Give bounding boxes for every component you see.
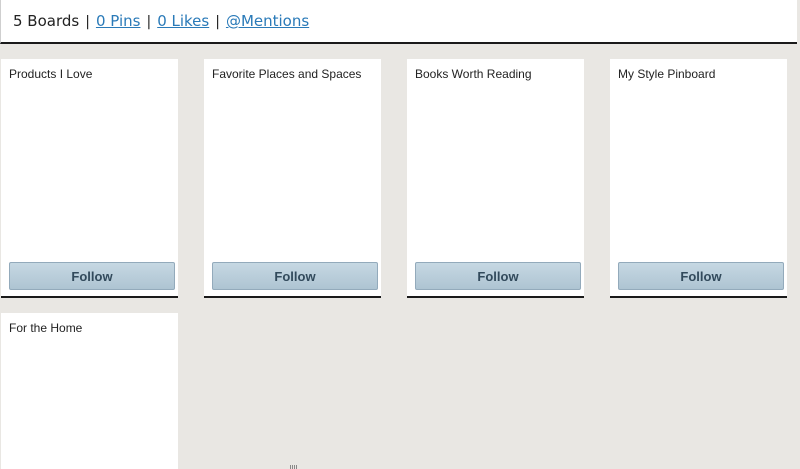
board-title[interactable]: Favorite Places and Spaces <box>212 67 361 81</box>
board-card[interactable]: Favorite Places and Spaces Follow <box>204 59 381 298</box>
board-card[interactable]: Books Worth Reading Follow <box>407 59 584 298</box>
follow-button[interactable]: Follow <box>212 262 378 290</box>
separator: | <box>215 14 220 30</box>
separator: | <box>146 14 152 30</box>
board-title[interactable]: Books Worth Reading <box>415 67 532 81</box>
follow-button[interactable]: Follow <box>618 262 784 290</box>
mentions-link[interactable]: @Mentions <box>226 12 309 30</box>
board-card[interactable]: My Style Pinboard Follow <box>610 59 787 298</box>
boards-count: 5 Boards <box>13 12 80 30</box>
likes-link[interactable]: 0 Likes <box>157 12 209 30</box>
board-card[interactable]: Products I Love Follow <box>1 59 178 298</box>
profile-stats: 5 Boards | 0 Pins | 0 Likes | @Mentions <box>13 12 309 30</box>
follow-button[interactable]: Follow <box>9 262 175 290</box>
separator: | <box>85 14 90 30</box>
follow-button[interactable]: Follow <box>415 262 581 290</box>
horizontal-scrollbar-grip[interactable] <box>290 465 298 469</box>
board-title[interactable]: Products I Love <box>9 67 92 81</box>
profile-stats-header: 5 Boards | 0 Pins | 0 Likes | @Mentions <box>0 0 797 44</box>
board-title[interactable]: For the Home <box>9 321 82 335</box>
board-title[interactable]: My Style Pinboard <box>618 67 715 81</box>
board-card[interactable]: For the Home <box>1 313 178 469</box>
pins-link[interactable]: 0 Pins <box>96 12 141 30</box>
